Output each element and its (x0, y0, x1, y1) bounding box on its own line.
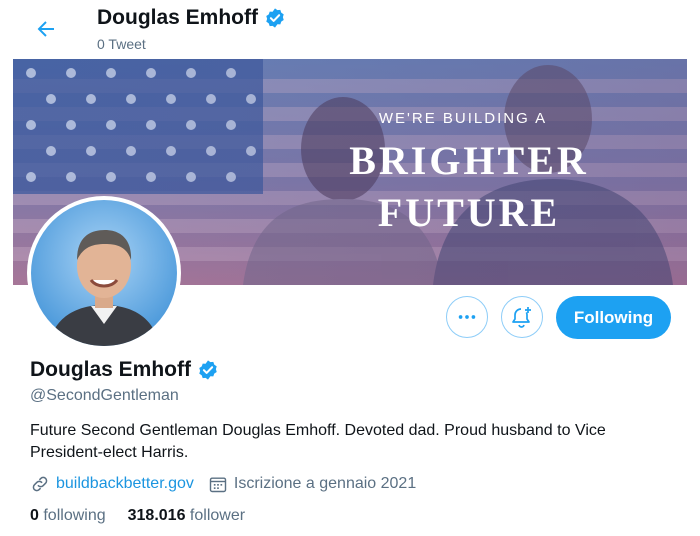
notify-button[interactable] (501, 296, 543, 338)
profile-name: Douglas Emhoff (30, 358, 191, 381)
link-icon (32, 476, 48, 492)
following-label: following (43, 507, 106, 524)
avatar-image (31, 200, 177, 346)
profile-name-row: Douglas Emhoff (30, 358, 219, 382)
calendar-icon (209, 477, 227, 493)
profile-bio: Future Second Gentleman Douglas Emhoff. … (30, 422, 606, 461)
banner-line2: BRIGHTER (349, 138, 589, 183)
bell-plus-icon (512, 307, 531, 328)
profile-handle: @SecondGentleman (30, 387, 179, 404)
arrow-left-icon[interactable] (34, 17, 58, 41)
following-button[interactable]: Following (556, 296, 671, 339)
more-options-button[interactable] (446, 296, 488, 338)
verified-badge-icon (199, 360, 217, 380)
followers-stat[interactable]: 318.016 follower (128, 507, 245, 525)
join-date: Iscrizione a gennaio 2021 (233, 475, 417, 492)
header-title: Douglas Emhoff (97, 6, 286, 30)
followers-count: 318.016 (127, 507, 186, 524)
followers-label: follower (189, 507, 246, 524)
tweet-count: 0 Tweet (97, 36, 146, 52)
profile-header-bar: Douglas Emhoff 0 Tweet (0, 0, 700, 58)
following-count: 0 (30, 507, 39, 524)
header-name: Douglas Emhoff (97, 6, 258, 29)
banner-line3: FUTURE (378, 190, 560, 235)
profile-meta: buildbackbetter.gov Iscrizione a gennaio… (30, 474, 416, 494)
avatar-frame[interactable] (27, 196, 181, 350)
avatar[interactable] (31, 200, 177, 346)
website-link[interactable]: buildbackbetter.gov (56, 475, 194, 493)
verified-badge-icon (266, 8, 284, 28)
more-dots-icon (458, 315, 476, 319)
following-stat[interactable]: 0 following (30, 507, 106, 525)
profile-stats: 0 following 318.016 follower (30, 507, 245, 525)
banner-line1: WE'RE BUILDING A (379, 110, 547, 127)
